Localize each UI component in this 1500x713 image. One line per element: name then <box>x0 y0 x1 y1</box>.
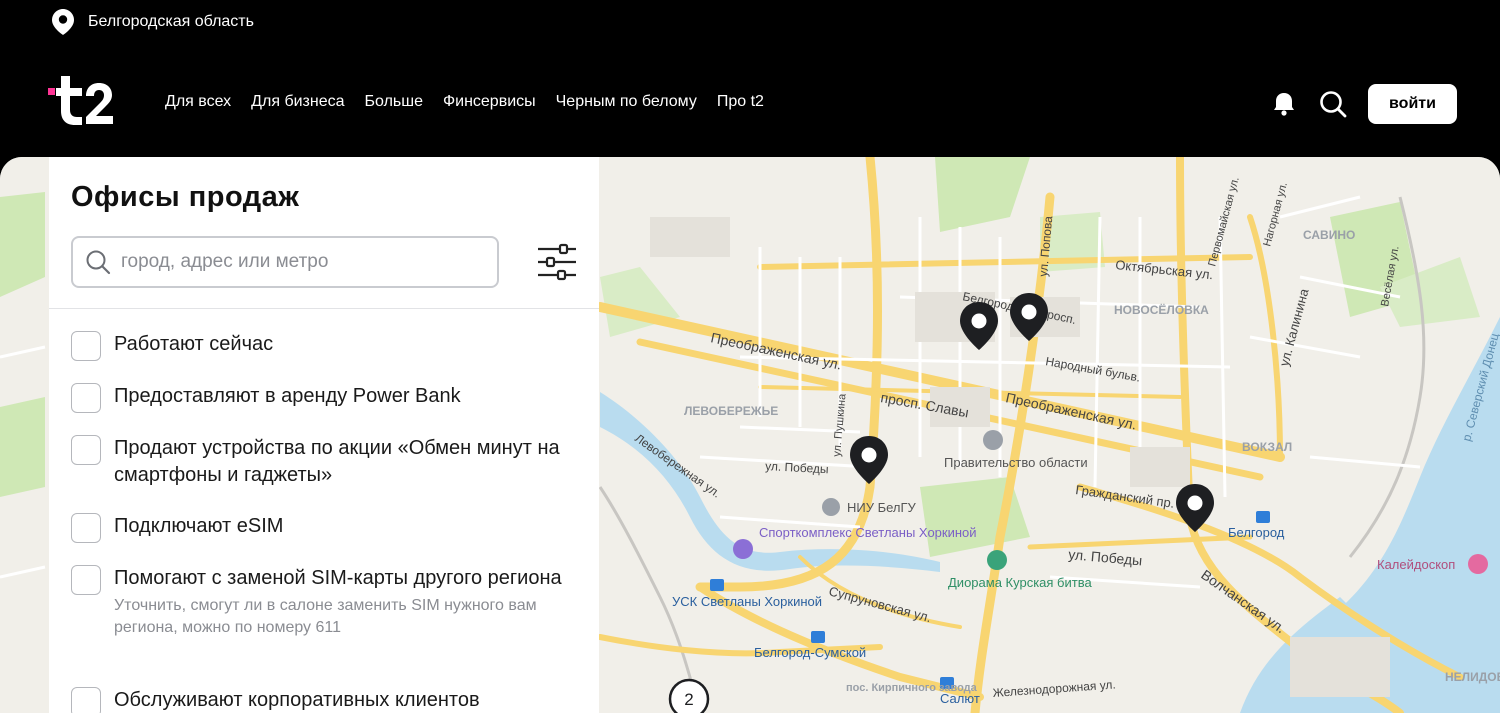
login-button[interactable]: войти <box>1368 84 1457 124</box>
nav-finservices[interactable]: Финсервисы <box>443 93 536 111</box>
svg-text:САВИНО: САВИНО <box>1303 228 1355 242</box>
checkbox[interactable] <box>71 383 101 413</box>
divider <box>49 308 599 309</box>
page-title: Офисы продаж <box>71 181 300 213</box>
filter-open-now[interactable]: Работают сейчас <box>71 331 571 361</box>
svg-text:Белгород-Сумской: Белгород-Сумской <box>754 645 866 660</box>
offices-filter-panel: Офисы продаж Работают сейчас Предоставля… <box>49 157 599 713</box>
svg-text:НИУ БелГУ: НИУ БелГУ <box>847 500 917 515</box>
filter-sim-replacement[interactable]: Помогают с заменой SIM-карты другого рег… <box>71 565 571 639</box>
filter-hint: Уточнить, смогут ли в салоне заменить SI… <box>114 597 537 636</box>
nav-more[interactable]: Больше <box>365 93 423 111</box>
svg-text:Правительство области: Правительство области <box>944 455 1088 470</box>
filter-powerbank[interactable]: Предоставляют в аренду Power Bank <box>71 383 571 413</box>
checkbox[interactable] <box>71 565 101 595</box>
filters-icon[interactable] <box>536 243 578 281</box>
svg-text:Калейдоскоп: Калейдоскоп <box>1377 557 1455 572</box>
svg-text:пос. Кирпичного завода: пос. Кирпичного завода <box>846 682 978 694</box>
checkbox[interactable] <box>71 513 101 543</box>
nav-for-business[interactable]: Для бизнеса <box>251 93 344 111</box>
filter-label: Предоставляют в аренду Power Bank <box>114 385 461 407</box>
svg-text:ВОКЗАЛ: ВОКЗАЛ <box>1242 440 1292 454</box>
main-nav: Для всех Для бизнеса Больше Финсервисы Ч… <box>165 93 764 111</box>
nav-for-all[interactable]: Для всех <box>165 93 231 111</box>
svg-text:УСК Светланы Хоркиной: УСК Светланы Хоркиной <box>672 594 822 609</box>
filter-label: Обслуживают корпоративных клиентов <box>114 689 480 711</box>
region-selector[interactable]: Белгородская область <box>52 9 254 35</box>
search-icon <box>86 250 111 275</box>
svg-text:Белгород: Белгород <box>1228 525 1285 540</box>
svg-text:Диорама Курская битва: Диорама Курская битва <box>948 575 1092 590</box>
svg-text:ЛЕВОБЕРЕЖЬЕ: ЛЕВОБЕРЕЖЬЕ <box>684 404 778 418</box>
nav-black-on-white[interactable]: Черным по белому <box>556 93 697 111</box>
filter-label: Продают устройства по акции «Обмен минут… <box>114 437 560 486</box>
filter-label: Работают сейчас <box>114 333 274 355</box>
bell-icon[interactable] <box>1272 91 1296 117</box>
filter-esim[interactable]: Подключают eSIM <box>71 513 571 543</box>
svg-text:2: 2 <box>684 690 693 709</box>
filter-label: Помогают с заменой SIM-карты другого рег… <box>114 567 562 589</box>
search-icon[interactable] <box>1319 90 1347 118</box>
region-name: Белгородская область <box>88 13 254 30</box>
checkbox[interactable] <box>71 331 101 361</box>
filter-label: Подключают eSIM <box>114 515 284 537</box>
offices-section: Преображенская ул. Преображенская ул. пр… <box>0 157 1500 713</box>
t2-logo[interactable] <box>48 74 120 128</box>
checkbox[interactable] <box>71 435 101 465</box>
svg-text:НОВОСЁЛОВКА: НОВОСЁЛОВКА <box>1114 302 1209 317</box>
filter-corporate[interactable]: Обслуживают корпоративных клиентов <box>71 687 571 713</box>
filter-exchange-minutes[interactable]: Продают устройства по акции «Обмен минут… <box>71 435 571 489</box>
header: Белгородская область Для всех Для бизнес… <box>0 0 1500 157</box>
svg-text:Спорткомплекс Светланы Хоркино: Спорткомплекс Светланы Хоркиной <box>759 525 977 540</box>
office-cluster[interactable]: 2 <box>668 678 710 713</box>
search-box[interactable] <box>71 236 499 288</box>
address-search-input[interactable] <box>121 251 461 273</box>
nav-about-t2[interactable]: Про t2 <box>717 93 764 111</box>
location-pin-icon <box>52 9 74 35</box>
checkbox[interactable] <box>71 687 101 713</box>
svg-text:НЕЛИДОВ: НЕЛИДОВ <box>1445 670 1500 684</box>
